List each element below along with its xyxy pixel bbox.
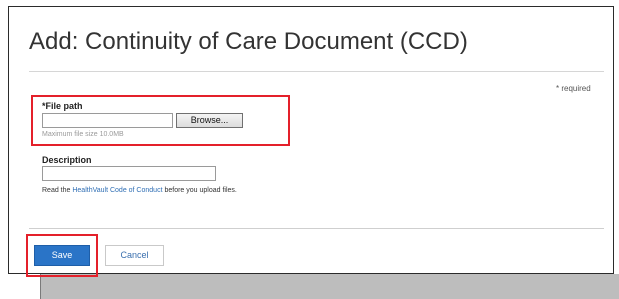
code-of-conduct-notice: Read the HealthVault Code of Conduct bef… (42, 187, 237, 194)
file-size-hint: Maximum file size 10.0MB (42, 131, 124, 138)
background-panel (40, 274, 619, 299)
description-input[interactable] (42, 166, 216, 181)
code-of-conduct-link[interactable]: HealthVault Code of Conduct (72, 187, 162, 194)
conduct-prefix: Read the (42, 187, 73, 194)
file-path-label: *File path (42, 101, 83, 111)
browse-button[interactable]: Browse... (176, 113, 243, 128)
cancel-button[interactable]: Cancel (105, 245, 164, 266)
required-note: * required (556, 84, 591, 93)
description-label: Description (42, 155, 92, 165)
actions-divider (29, 228, 604, 229)
file-path-input[interactable] (42, 113, 173, 128)
page-title: Add: Continuity of Care Document (CCD) (29, 28, 468, 55)
conduct-suffix: before you upload files. (162, 187, 237, 194)
save-button[interactable]: Save (34, 245, 90, 266)
title-divider (29, 71, 604, 72)
